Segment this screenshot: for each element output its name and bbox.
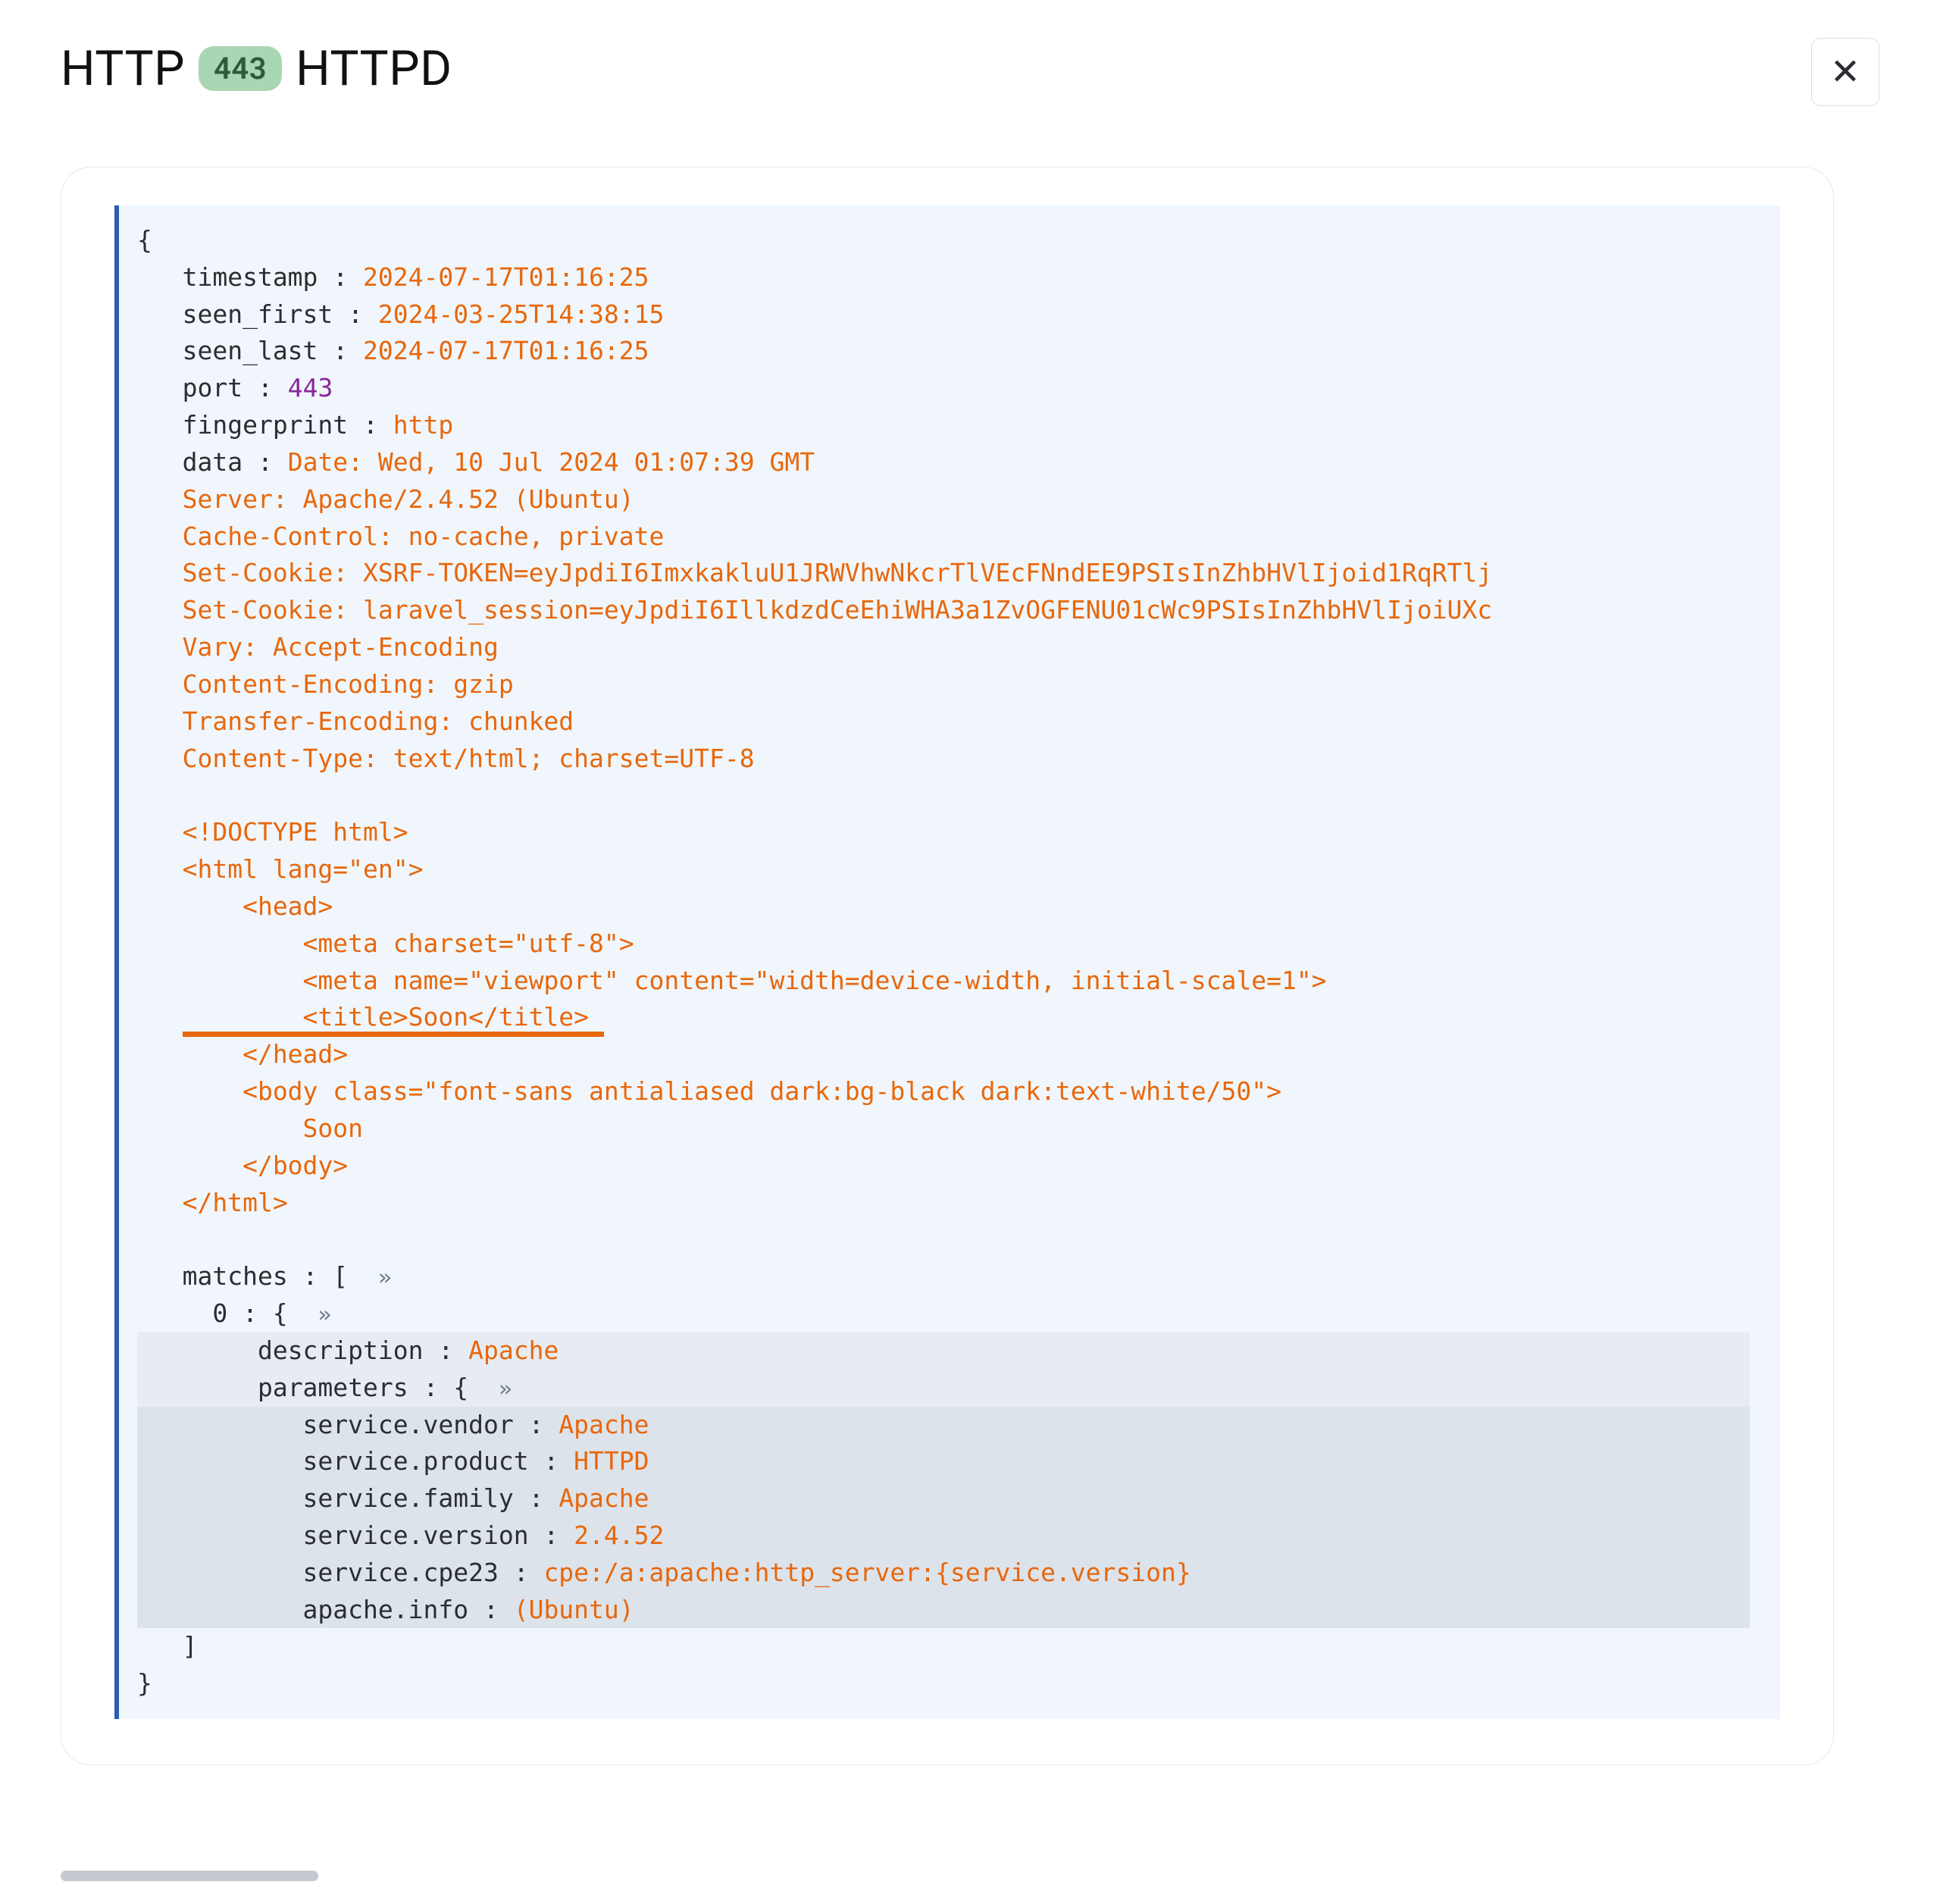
json-viewer[interactable]: { timestamp : 2024-07-17T01:16:25 seen_f… (114, 205, 1780, 1719)
close-button[interactable]: ✕ (1811, 38, 1879, 106)
protocol-label: HTTP (61, 40, 185, 97)
horizontal-scrollbar[interactable] (61, 1871, 318, 1881)
detail-panel: { timestamp : 2024-07-17T01:16:25 seen_f… (61, 167, 1834, 1765)
port-badge: 443 (199, 46, 282, 91)
service-label: HTTPD (296, 40, 452, 97)
close-icon: ✕ (1830, 51, 1860, 93)
page-title: HTTP 443 HTTPD (61, 40, 452, 97)
